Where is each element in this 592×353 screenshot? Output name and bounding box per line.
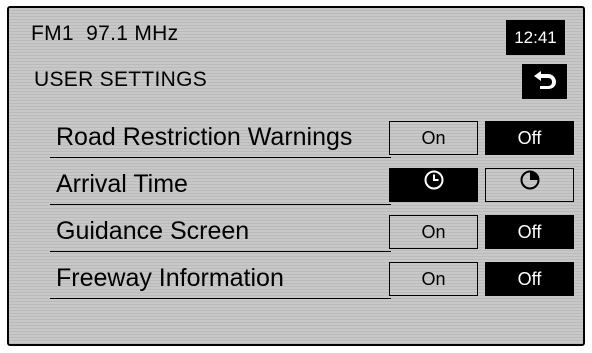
setting-row-freeway-information: Freeway Information: [50, 262, 391, 299]
page-title: USER SETTINGS: [34, 68, 208, 91]
setting-row-arrival-time: Arrival Time: [50, 168, 391, 205]
setting-row-guidance-screen: Guidance Screen: [50, 215, 391, 252]
setting-row-road-restriction: Road Restriction Warnings: [50, 121, 391, 158]
guidance-screen-off-button[interactable]: Off: [485, 215, 574, 249]
setting-label: Guidance Screen: [56, 217, 250, 245]
freeway-information-on-button[interactable]: On: [389, 262, 478, 296]
setting-label: Freeway Information: [56, 264, 284, 292]
guidance-screen-on-button[interactable]: On: [389, 215, 478, 249]
clock-partial-icon: [519, 169, 541, 201]
back-arrow-icon: [532, 68, 558, 95]
road-restriction-on-button[interactable]: On: [389, 121, 478, 155]
clock-display[interactable]: 12:41: [506, 20, 565, 55]
clock-icon: [423, 169, 445, 201]
arrival-time-remaining-button[interactable]: [485, 168, 574, 202]
freeway-information-off-button[interactable]: Off: [485, 262, 574, 296]
settings-screen: FM1 97.1 MHz 12:41 USER SETTINGS Road Re…: [7, 6, 585, 346]
back-button[interactable]: [522, 64, 567, 99]
setting-label: Arrival Time: [56, 170, 188, 198]
arrival-time-clock-button[interactable]: [389, 168, 478, 202]
radio-station-label: FM1 97.1 MHz: [31, 22, 179, 45]
setting-label: Road Restriction Warnings: [56, 123, 353, 151]
road-restriction-off-button[interactable]: Off: [485, 121, 574, 155]
